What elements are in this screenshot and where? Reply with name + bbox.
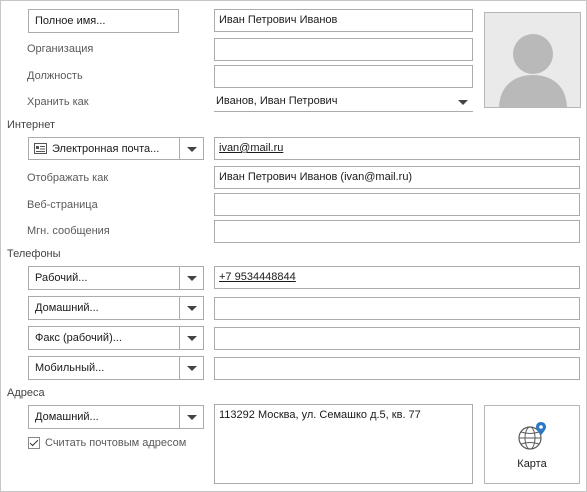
full-name-button-label: Полное имя... [35, 15, 106, 27]
chevron-down-icon [458, 100, 468, 105]
web-page-field[interactable] [214, 193, 580, 216]
phone-field-4[interactable] [214, 357, 580, 380]
email-type-label: Электронная почта... [52, 143, 160, 155]
full-name-value: Иван Петрович Иванов [219, 14, 338, 26]
full-name-button[interactable]: Полное имя... [28, 9, 179, 33]
file-as-combobox[interactable]: Иванов, Иван Петрович [214, 92, 473, 112]
address-card-icon [34, 143, 47, 154]
phone-type-dropdown[interactable] [179, 297, 203, 319]
address-field[interactable]: 113292 Москва, ул. Семашко д.5, кв. 77 [214, 404, 473, 484]
map-button-label: Карта [517, 458, 547, 470]
position-label: Должность [27, 70, 83, 82]
contact-photo[interactable] [484, 12, 581, 108]
addresses-section-label: Адреса [7, 387, 45, 399]
phone-type-dropdown[interactable] [179, 267, 203, 289]
phone-type-dropdown[interactable] [179, 327, 203, 349]
address-type-dropdown[interactable] [179, 406, 203, 428]
chevron-down-icon [187, 336, 197, 341]
full-name-field[interactable]: Иван Петрович Иванов [214, 9, 473, 32]
globe-pin-icon [518, 422, 546, 450]
phone-type-button-2[interactable]: Домашний... [28, 296, 204, 320]
phone-field-2[interactable] [214, 297, 580, 320]
display-as-label: Отображать как [27, 172, 109, 184]
organization-field[interactable] [214, 38, 473, 61]
phone-value: +7 9534448844 [219, 271, 296, 283]
file-as-label: Хранить как [27, 96, 89, 108]
contact-photo-placeholder-icon [485, 13, 580, 107]
web-page-label: Веб-страница [27, 199, 98, 211]
mailing-address-checkbox[interactable] [28, 437, 40, 449]
phone-type-button-4[interactable]: Мобильный... [28, 356, 204, 380]
chevron-down-icon [187, 306, 197, 311]
organization-label: Организация [27, 43, 94, 55]
address-value: 113292 Москва, ул. Семашко д.5, кв. 77 [219, 409, 421, 421]
phone-type-button-1[interactable]: Рабочий... [28, 266, 204, 290]
address-type-button[interactable]: Домашний... [28, 405, 204, 429]
im-field[interactable] [214, 220, 580, 243]
email-type-button[interactable]: Электронная почта... [28, 137, 204, 160]
phones-section-label: Телефоны [7, 248, 61, 260]
phone-type-label: Мобильный... [35, 362, 105, 374]
map-button[interactable]: Карта [484, 405, 580, 484]
chevron-down-icon [187, 147, 197, 152]
phone-type-label: Домашний... [35, 302, 99, 314]
email-value: ivan@mail.ru [219, 142, 284, 154]
chevron-down-icon [187, 276, 197, 281]
phone-field-3[interactable] [214, 327, 580, 350]
phone-field-1[interactable]: +7 9534448844 [214, 266, 580, 289]
mailing-address-label[interactable]: Считать почтовым адресом [45, 436, 186, 450]
im-label: Мгн. сообщения [27, 225, 110, 237]
phone-type-label: Факс (рабочий)... [35, 332, 122, 344]
display-as-field[interactable]: Иван Петрович Иванов (ivan@mail.ru) [214, 166, 580, 189]
email-type-dropdown[interactable] [179, 138, 203, 159]
display-as-value: Иван Петрович Иванов (ivan@mail.ru) [219, 171, 413, 183]
phone-type-label: Рабочий... [35, 272, 88, 284]
chevron-down-icon [187, 366, 197, 371]
phone-type-dropdown[interactable] [179, 357, 203, 379]
file-as-value: Иванов, Иван Петрович [216, 95, 338, 107]
chevron-down-icon [187, 415, 197, 420]
internet-section-label: Интернет [7, 119, 55, 131]
address-type-label: Домашний... [35, 411, 99, 423]
phone-type-button-3[interactable]: Факс (рабочий)... [28, 326, 204, 350]
position-field[interactable] [214, 65, 473, 88]
email-field[interactable]: ivan@mail.ru [214, 137, 580, 160]
